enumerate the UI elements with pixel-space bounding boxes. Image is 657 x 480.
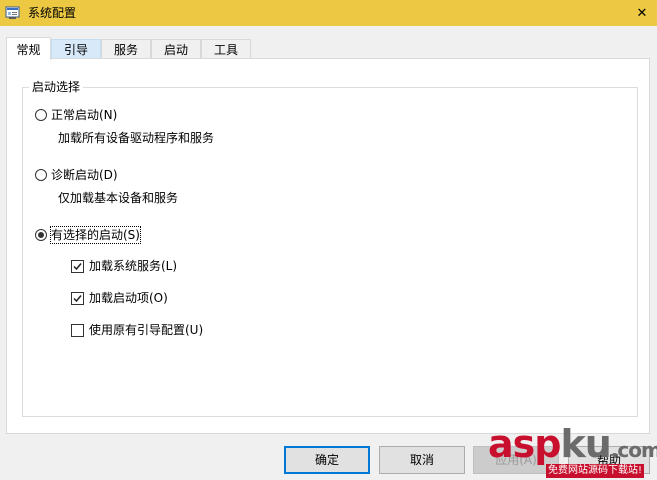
system-configuration-window: 系统配置 ✕ 常规 引导 服务 启动 工具 启动选择 正常启动(N) 加载所有设… <box>0 0 657 480</box>
load-startup-items-checkbox[interactable]: 加载启动项(O) <box>71 290 168 306</box>
msconfig-app-icon <box>5 5 21 21</box>
tab-startup[interactable]: 启动 <box>151 39 201 59</box>
selective-startup-radio-circle[interactable] <box>35 229 47 241</box>
startup-selection-group: 启动选择 正常启动(N) 加载所有设备驱动程序和服务 诊断启动(D) 仅加载基本… <box>22 80 638 417</box>
normal-startup-description: 加载所有设备驱动程序和服务 <box>58 131 215 145</box>
help-button[interactable]: 帮助 <box>568 446 650 474</box>
startup-selection-legend: 启动选择 <box>29 80 84 94</box>
load-system-services-checkbox[interactable]: 加载系统服务(L) <box>71 258 177 274</box>
normal-startup-radio-circle[interactable] <box>35 109 47 121</box>
use-original-boot-config-label[interactable]: 使用原有引导配置(U) <box>89 322 203 338</box>
diagnostic-startup-label[interactable]: 诊断启动(D) <box>51 167 118 183</box>
diagnostic-startup-description: 仅加载基本设备和服务 <box>58 191 179 205</box>
close-icon: ✕ <box>636 5 648 21</box>
normal-startup-label[interactable]: 正常启动(N) <box>51 107 117 123</box>
close-button[interactable]: ✕ <box>627 0 657 26</box>
selective-startup-label[interactable]: 有选择的启动(S) <box>50 226 141 244</box>
load-startup-items-checkbox-box[interactable] <box>71 291 84 305</box>
load-system-services-checkbox-box[interactable] <box>71 259 84 273</box>
cancel-button[interactable]: 取消 <box>379 446 465 474</box>
diagnostic-startup-radio[interactable]: 诊断启动(D) <box>35 167 118 183</box>
general-tab-page: 启动选择 正常启动(N) 加载所有设备驱动程序和服务 诊断启动(D) 仅加载基本… <box>6 58 650 434</box>
use-original-boot-config-checkbox[interactable]: 使用原有引导配置(U) <box>71 322 203 338</box>
diagnostic-startup-radio-circle[interactable] <box>35 169 47 181</box>
tab-boot[interactable]: 引导 <box>51 39 101 59</box>
checkmark-icon <box>73 262 82 270</box>
title-bar: 系统配置 ✕ <box>0 0 657 26</box>
window-title: 系统配置 <box>28 6 77 20</box>
apply-button[interactable]: 应用(A) <box>473 446 559 474</box>
use-original-boot-config-checkbox-box[interactable] <box>71 323 84 337</box>
normal-startup-radio[interactable]: 正常启动(N) <box>35 107 117 123</box>
selective-startup-radio[interactable]: 有选择的启动(S) <box>35 226 141 244</box>
load-system-services-label[interactable]: 加载系统服务(L) <box>89 258 177 274</box>
tab-services[interactable]: 服务 <box>101 39 151 59</box>
tab-general[interactable]: 常规 <box>6 37 51 60</box>
load-startup-items-label[interactable]: 加载启动项(O) <box>89 290 168 306</box>
ok-button[interactable]: 确定 <box>284 446 370 474</box>
tab-tools[interactable]: 工具 <box>201 39 251 59</box>
checkmark-icon <box>73 294 82 302</box>
